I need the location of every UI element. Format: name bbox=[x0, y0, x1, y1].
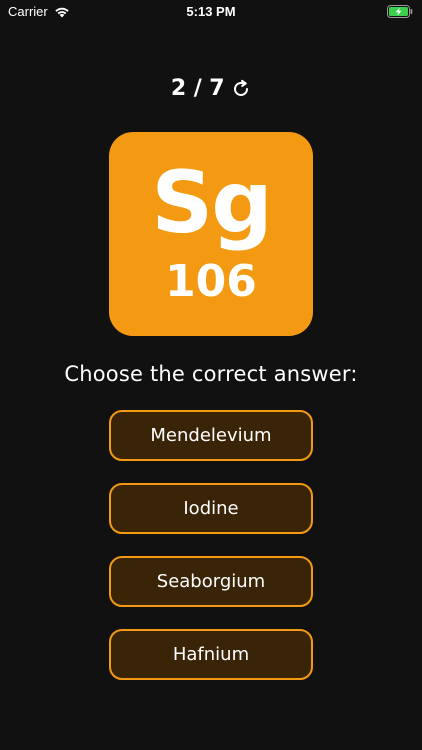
progress-current: 2 bbox=[170, 76, 187, 101]
element-atomic-number: 106 bbox=[165, 256, 257, 307]
element-tile: Sg 106 bbox=[109, 132, 313, 336]
answer-button-1[interactable]: Mendelevium bbox=[109, 410, 313, 461]
battery-charging-icon bbox=[387, 5, 413, 18]
status-time: 5:13 PM bbox=[186, 4, 236, 19]
question-progress: 2 / 7 bbox=[0, 76, 422, 101]
refresh-icon[interactable] bbox=[231, 79, 251, 99]
progress-separator: / bbox=[193, 76, 203, 101]
quiz-screen: Carrier 5:13 PM 2 / 7 Sg 106 Choose the … bbox=[0, 0, 422, 750]
answer-button-4[interactable]: Hafnium bbox=[109, 629, 313, 680]
question-prompt: Choose the correct answer: bbox=[64, 362, 358, 386]
status-bar: Carrier 5:13 PM bbox=[0, 0, 422, 24]
element-symbol: Sg bbox=[151, 153, 273, 253]
progress-total: 7 bbox=[209, 76, 226, 101]
answer-button-3[interactable]: Seaborgium bbox=[109, 556, 313, 607]
answer-button-2[interactable]: Iodine bbox=[109, 483, 313, 534]
answer-list: Mendelevium Iodine Seaborgium Hafnium bbox=[109, 410, 313, 702]
